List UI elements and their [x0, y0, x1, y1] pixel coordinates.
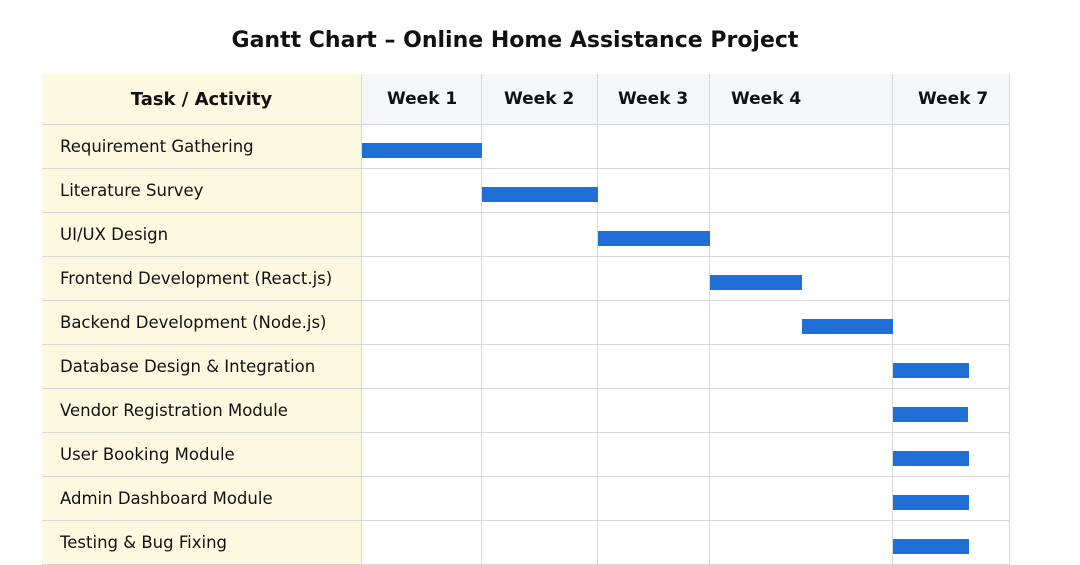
grid-cell	[710, 389, 893, 433]
grid-cell	[598, 389, 710, 433]
grid-cell	[362, 389, 482, 433]
grid-cell	[710, 477, 893, 521]
grid-cell	[482, 433, 598, 477]
task-bar	[893, 451, 970, 466]
grid-cell	[482, 125, 598, 169]
header-week-2: Week 2	[482, 74, 598, 125]
header-week-3: Week 3	[598, 74, 710, 125]
header-task-activity: Task / Activity	[42, 74, 362, 125]
grid-cell	[362, 345, 482, 389]
grid-cell	[598, 521, 710, 565]
grid-cell	[598, 301, 710, 345]
grid-cell	[482, 257, 598, 301]
grid-cell	[710, 433, 893, 477]
grid-cell	[598, 345, 710, 389]
grid-cell	[362, 257, 482, 301]
task-label: Admin Dashboard Module	[42, 477, 362, 521]
grid-cell	[362, 433, 482, 477]
task-bar	[893, 407, 968, 422]
task-label: UI/UX Design	[42, 213, 362, 257]
grid-cell	[710, 345, 893, 389]
task-label: Backend Development (Node.js)	[42, 301, 362, 345]
task-bar	[893, 495, 970, 510]
task-bar	[598, 231, 710, 246]
grid-cell	[482, 477, 598, 521]
grid-cell	[710, 213, 893, 257]
grid-cell	[482, 389, 598, 433]
grid-cell	[598, 257, 710, 301]
grid-cell	[893, 125, 1010, 169]
grid-cell	[482, 345, 598, 389]
header-week-7: Week 7	[893, 74, 1010, 125]
grid-cell	[598, 125, 710, 169]
task-bar	[893, 363, 970, 378]
task-label: User Booking Module	[42, 433, 362, 477]
grid-cell	[362, 169, 482, 213]
grid-cell	[710, 521, 893, 565]
grid-cell	[362, 477, 482, 521]
grid-cell	[598, 169, 710, 213]
grid-cell	[598, 433, 710, 477]
grid-cell	[482, 301, 598, 345]
task-bar	[482, 187, 598, 202]
task-label: Literature Survey	[42, 169, 362, 213]
header-week-1: Week 1	[362, 74, 482, 125]
grid-cell	[362, 521, 482, 565]
grid-cell	[482, 521, 598, 565]
grid-cell	[893, 169, 1010, 213]
grid-cell	[893, 213, 1010, 257]
grid-cell	[362, 301, 482, 345]
task-bar	[893, 539, 970, 554]
task-label: Vendor Registration Module	[42, 389, 362, 433]
grid-cell	[710, 125, 893, 169]
grid-cell	[482, 213, 598, 257]
task-label: Testing & Bug Fixing	[42, 521, 362, 565]
task-bar	[801, 319, 893, 334]
grid-cell	[893, 257, 1010, 301]
task-bar	[710, 275, 802, 290]
header-week-4: Week 4	[710, 74, 893, 125]
grid-cell	[598, 477, 710, 521]
task-label: Frontend Development (React.js)	[42, 257, 362, 301]
chart-title: Gantt Chart – Online Home Assistance Pro…	[231, 28, 799, 53]
grid-cell	[362, 213, 482, 257]
grid-cell	[710, 169, 893, 213]
task-bar	[362, 143, 482, 158]
task-label: Requirement Gathering	[42, 125, 362, 169]
grid-cell	[893, 301, 1010, 345]
task-label: Database Design & Integration	[42, 345, 362, 389]
